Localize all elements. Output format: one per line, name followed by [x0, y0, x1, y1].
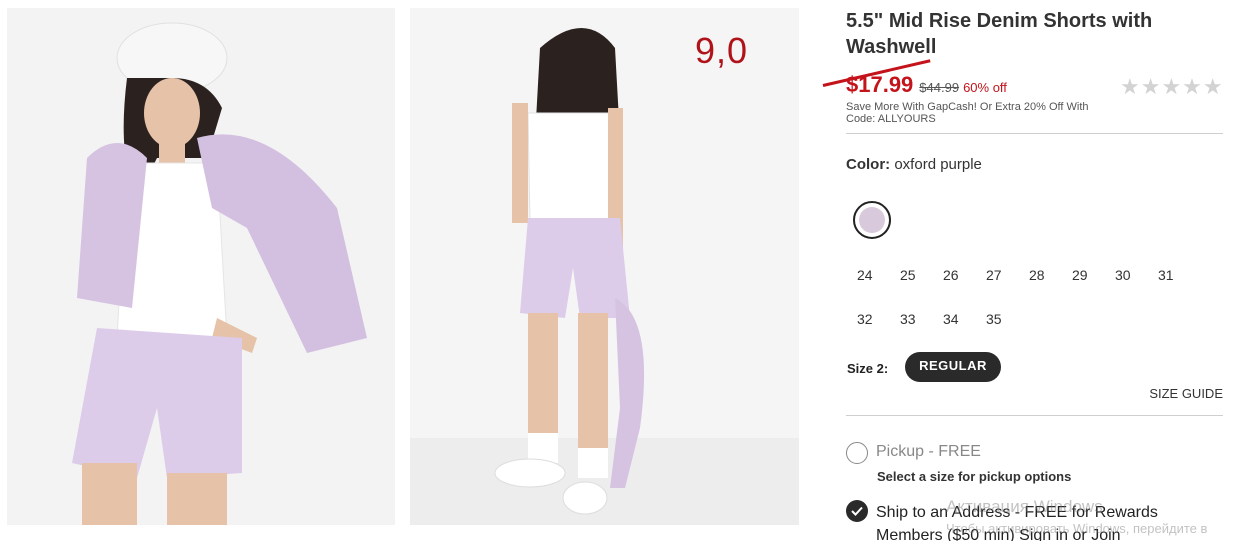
size-option-28[interactable]: 28 — [1018, 262, 1061, 306]
size-option-26[interactable]: 26 — [932, 262, 975, 306]
percent-off: 60% off — [963, 80, 1007, 95]
size-option-30[interactable]: 30 — [1104, 262, 1147, 306]
size-option-27[interactable]: 27 — [975, 262, 1018, 306]
model-front-illustration — [7, 8, 395, 525]
divider — [846, 133, 1223, 134]
size-guide-link[interactable]: SIZE GUIDE — [1149, 386, 1223, 401]
size2-regular-button[interactable]: REGULAR — [905, 352, 1001, 382]
windows-activation-watermark: Активация Windows — [946, 497, 1103, 516]
product-title: 5.5" Mid Rise Denim Shorts with Washwell — [846, 10, 1153, 58]
promo-text: Save More With GapCash! Or Extra 20% Off… — [846, 101, 1089, 125]
pickup-label: Pickup - FREE — [876, 443, 981, 460]
size-option-24[interactable]: 24 — [846, 262, 889, 306]
size-option-25[interactable]: 25 — [889, 262, 932, 306]
original-price: $44.99 — [919, 80, 960, 95]
rating-stars[interactable]: ★★★★★ — [1120, 74, 1224, 100]
product-image-front[interactable] — [7, 8, 395, 525]
price-row: $17.99 $44.99 60% off — [846, 72, 1007, 102]
size-option-34[interactable]: 34 — [932, 306, 975, 350]
color-swatch-oxford-purple[interactable] — [853, 201, 891, 239]
model-back-illustration — [410, 8, 799, 525]
checkmark-icon — [851, 506, 863, 516]
size-option-31[interactable]: 31 — [1147, 262, 1190, 306]
pickup-radio[interactable] — [846, 442, 868, 464]
color-value: oxford purple — [894, 156, 982, 173]
size-option-35[interactable]: 35 — [975, 306, 1018, 350]
color-row: Color: oxford purple — [846, 156, 982, 173]
size-option-32[interactable]: 32 — [846, 306, 889, 350]
color-label: Color: — [846, 156, 891, 173]
size-grid: 24 25 26 27 28 29 30 31 32 33 34 35 — [846, 262, 1196, 350]
pickup-subtext: Select a size for pickup options — [877, 469, 1072, 484]
overlay-annotation: 9,0 — [695, 30, 749, 71]
size2-label: Size 2: — [847, 361, 889, 376]
size-option-29[interactable]: 29 — [1061, 262, 1104, 306]
size-option-33[interactable]: 33 — [889, 306, 932, 350]
divider — [846, 415, 1223, 416]
product-image-back[interactable] — [410, 8, 799, 525]
windows-activation-watermark-sub: Чтобы активировать Windows, перейдите в — [946, 521, 1208, 536]
ship-radio[interactable] — [846, 500, 868, 522]
